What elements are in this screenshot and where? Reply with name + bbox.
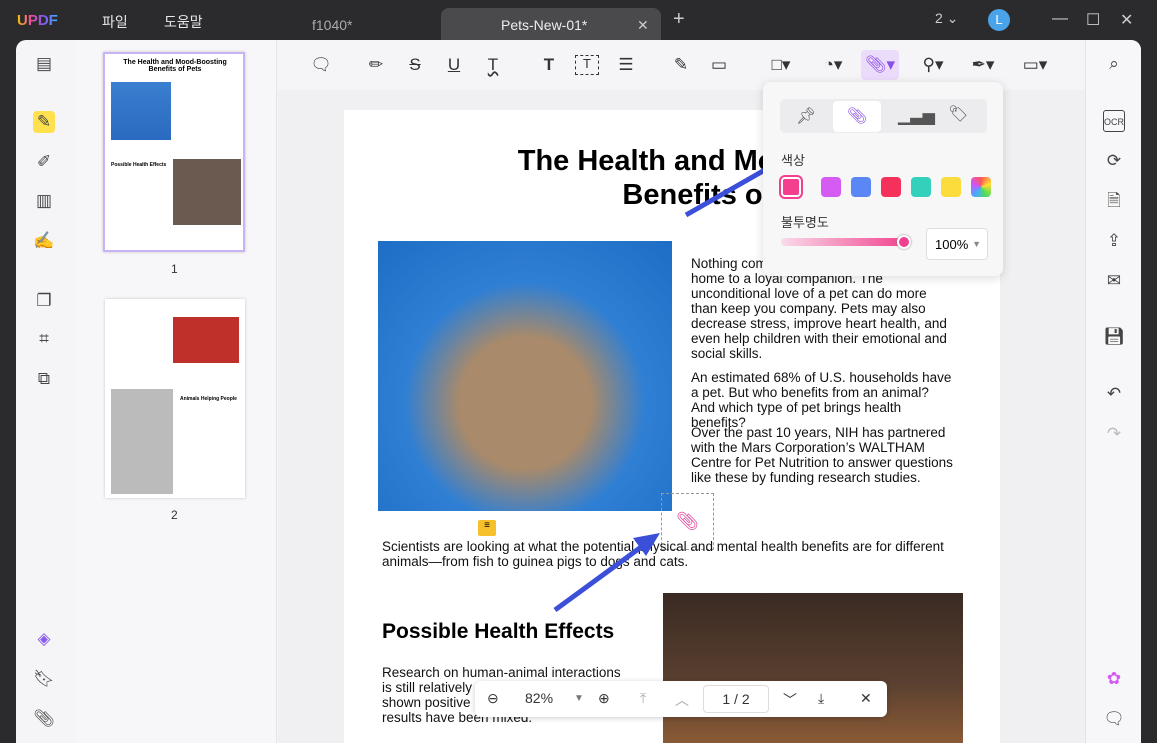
share-icon[interactable]: ⇪ (1103, 230, 1125, 252)
email-icon[interactable]: ✉ (1103, 270, 1125, 292)
color-swatch-teal[interactable] (911, 177, 931, 197)
tab-f1040[interactable]: f1040* (312, 8, 352, 42)
underline-icon[interactable]: U (442, 55, 466, 75)
last-page-icon[interactable]: ⤓ (818, 690, 824, 707)
reader-icon[interactable]: ▤ (33, 53, 55, 75)
text-icon[interactable]: T (537, 55, 561, 75)
ai-assistant-icon[interactable]: ✿ (1103, 668, 1125, 690)
thumbnail-page-2[interactable]: Animals Helping People (105, 299, 245, 498)
search-icon[interactable]: ⌕ (1103, 53, 1125, 75)
app-logo: UPDF (17, 12, 58, 29)
menu-file[interactable]: 파일 (102, 12, 128, 32)
opacity-select[interactable]: 100% ▼ (926, 228, 988, 260)
close-tab-icon[interactable]: ✕ (637, 8, 649, 42)
thumb-heading: Animals Helping People (180, 396, 237, 402)
first-page-icon[interactable]: ⤒ (640, 690, 646, 707)
fill-sign-icon[interactable]: ✍ (33, 230, 55, 252)
thumb-page-number: 1 (171, 262, 178, 276)
color-swatch-custom[interactable] (971, 177, 991, 197)
comment-mode-icon[interactable]: ✎ (33, 111, 55, 133)
right-toolbar: ⌕ OCR ⟳ 🗎︎ ⇪ ✉ 💾︎ ↶ ↷ ✿ 🗨︎ (1085, 40, 1141, 743)
stamp-icon[interactable]: ⚲▾ (916, 55, 950, 75)
window-count[interactable]: 2 ⌄ (935, 10, 958, 27)
zoom-level[interactable]: 82% (525, 690, 553, 706)
text-callout-icon[interactable]: ☰ (614, 55, 638, 75)
convert-icon[interactable]: ⧉ (33, 368, 55, 390)
paperclip-icon[interactable]: 📎︎ (833, 101, 881, 132)
color-swatch-yellow[interactable] (941, 177, 961, 197)
comments-panel-icon[interactable]: 🗨︎ (1103, 708, 1125, 730)
workspace: ▤ ✎ ✐ ▥ ✍ ❐ ⌗ ⧉ ◈ 🔖︎ 📎︎ The Health and M… (16, 40, 1141, 743)
tag-icon[interactable]: 🏷︎ (948, 104, 968, 124)
color-swatch-blue[interactable] (851, 177, 871, 197)
strikethrough-icon[interactable]: S (403, 55, 427, 75)
save-icon[interactable]: 💾︎ (1103, 326, 1125, 348)
close-button[interactable]: ✕ (1120, 10, 1133, 30)
previous-page-icon[interactable]: ︿ (675, 690, 689, 710)
bookmark-icon[interactable]: 🔖︎ (33, 668, 55, 690)
protect-icon[interactable]: 🗎︎ (1103, 190, 1125, 212)
opacity-slider-handle[interactable] (897, 235, 911, 249)
redo-icon[interactable]: ↷ (1103, 423, 1125, 445)
sticker-icon[interactable]: ◔▾ (816, 55, 850, 75)
minimize-button[interactable]: — (1052, 10, 1068, 28)
maximize-button[interactable]: ☐ (1086, 10, 1100, 30)
eraser-icon[interactable]: ▭ (707, 55, 731, 75)
zoom-out-icon[interactable]: ⊖ (487, 690, 499, 707)
new-tab-button[interactable]: + (673, 8, 685, 31)
page-navigation-bar: ⊖ 82% ▼ ⊕ ⤒ ︿ 1 / 2 ﹀ ⤓ ✕ (475, 681, 887, 717)
tab-pets[interactable]: Pets-New-01* ✕ (441, 8, 661, 42)
color-label: 색상 (781, 153, 805, 168)
layers-icon[interactable]: ◈ (33, 628, 55, 650)
attachment-style-popup: 📌︎ 📎︎ ▁▃▅ 🏷︎ 색상 불투명도 100% ▼ (763, 82, 1003, 276)
color-swatch-pink[interactable] (779, 175, 803, 199)
zoom-in-icon[interactable]: ⊕ (598, 690, 610, 707)
thumb-image (173, 317, 239, 363)
signature-icon[interactable]: ✒▾ (966, 55, 1000, 75)
thumbnail-page-1[interactable]: The Health and Mood-Boosting Benefits of… (103, 52, 245, 252)
thumbnail-panel: The Health and Mood-Boosting Benefits of… (76, 40, 277, 743)
opacity-label: 불투명도 (781, 215, 829, 230)
thumb-image (173, 159, 241, 225)
edit-icon[interactable]: ✐ (33, 151, 55, 173)
note-icon[interactable]: 🗨︎ (309, 55, 333, 75)
textbox-icon[interactable]: T (575, 55, 599, 75)
pencil-icon[interactable]: ✎ (669, 55, 693, 75)
convert-pdf-icon[interactable]: ⟳ (1103, 150, 1125, 172)
zoom-dropdown-icon[interactable]: ▼ (574, 693, 584, 704)
color-swatch-purple[interactable] (821, 177, 841, 197)
organize-icon[interactable]: ❐ (33, 290, 55, 312)
graph-icon[interactable]: ▁▃▅ (898, 106, 935, 126)
highlight-icon[interactable]: ✏︎ (364, 55, 388, 75)
attachment-icon[interactable]: 📎︎ (33, 708, 55, 730)
menu-help[interactable]: 도움말 (164, 12, 203, 32)
color-swatch-red[interactable] (881, 177, 901, 197)
opacity-slider[interactable] (781, 238, 909, 246)
thumb-heading: Possible Health Effects (111, 162, 167, 168)
crop-icon[interactable]: ⌗ (33, 328, 55, 350)
ocr-icon[interactable]: OCR (1103, 110, 1125, 132)
pin-icon[interactable]: 📌︎ (796, 106, 816, 126)
form-icon[interactable]: ▥ (33, 190, 55, 212)
avatar[interactable]: L (988, 9, 1010, 31)
thumb-image (111, 82, 171, 140)
title-bar: UPDF 파일 도움말 f1040* Pets-New-01* ✕ + 2 ⌄ … (0, 0, 1157, 42)
next-page-icon[interactable]: ﹀ (783, 690, 797, 710)
thumb-image (111, 389, 173, 494)
tab-label: Pets-New-01* (501, 17, 588, 33)
measure-icon[interactable]: ▭▾ (1018, 55, 1052, 75)
close-navbar-icon[interactable]: ✕ (860, 690, 872, 707)
squiggly-icon[interactable]: T (481, 55, 505, 75)
thumb-page-number: 2 (171, 508, 178, 522)
page-input[interactable]: 1 / 2 (703, 685, 769, 713)
shape-icon[interactable]: □▾ (764, 55, 798, 75)
thumb-title: The Health and Mood-Boosting Benefits of… (123, 59, 227, 73)
undo-icon[interactable]: ↶ (1103, 383, 1125, 405)
attachment-tool-icon[interactable]: 📎︎▾ (861, 50, 899, 80)
